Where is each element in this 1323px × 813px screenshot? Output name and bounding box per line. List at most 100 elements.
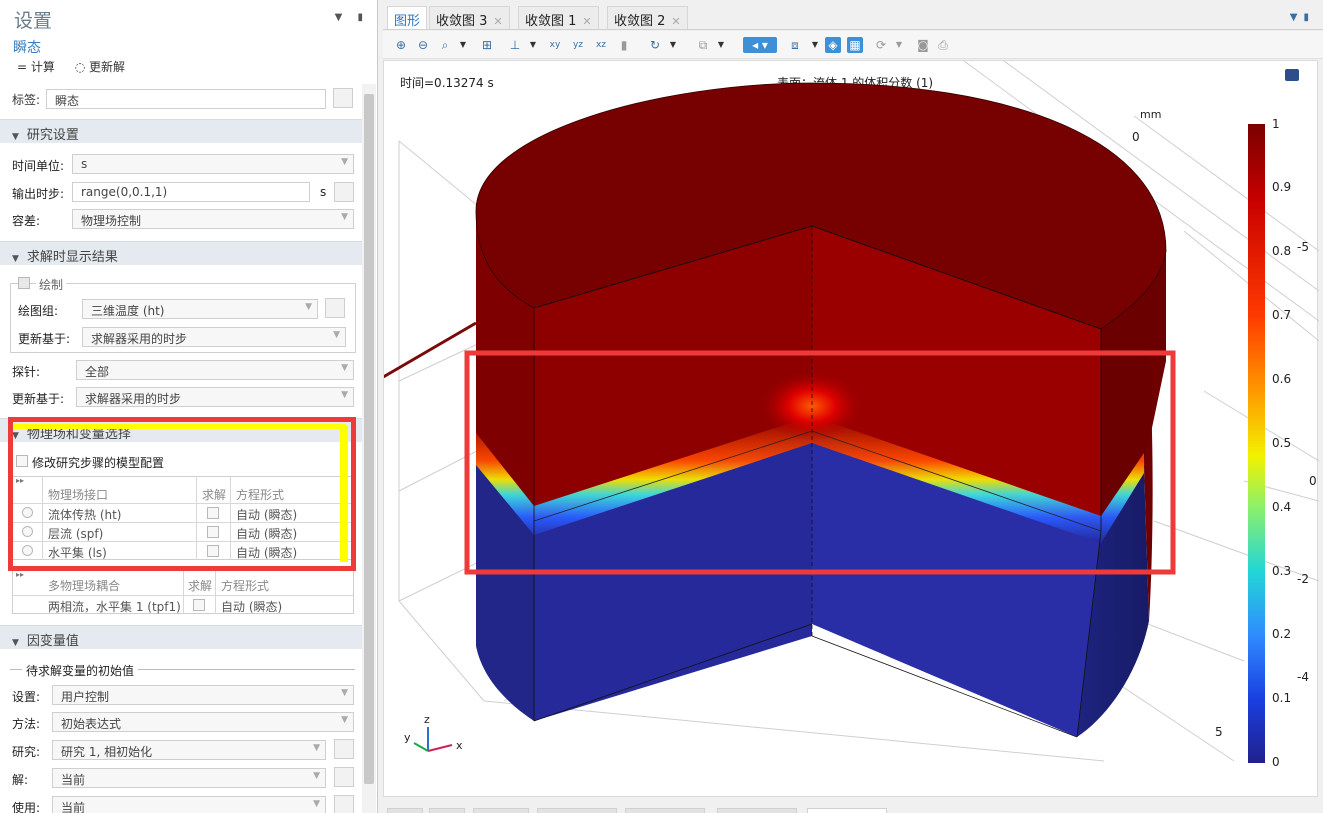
probes-update-label: 更新基于: <box>12 392 65 406</box>
grid-mode-icon[interactable]: ▦ <box>847 37 863 53</box>
settings-panel: 设置 ▼ ▮ 瞬态 = 计算 ◌ 更新解 标签: 瞬态 ▼ 研究设置 时间单位: … <box>0 0 378 813</box>
axis-tick: 5 <box>1215 725 1223 739</box>
tag-input[interactable]: 瞬态 <box>46 89 326 109</box>
rotate-icon[interactable]: ↻ <box>647 37 663 53</box>
solve-checkbox[interactable] <box>207 507 219 519</box>
tab-graphics[interactable]: 图形 <box>387 6 428 29</box>
camera-icon[interactable]: ◙ <box>915 37 931 53</box>
close-icon[interactable]: ✕ <box>671 15 680 28</box>
graphics-canvas[interactable]: 时间=0.13274 s 表面：流体 1 的体积分数 (1) mm 0 -5 0… <box>383 60 1319 798</box>
tolerance-select[interactable]: 物理场控制 ▼ <box>72 209 354 229</box>
bottom-tab[interactable] <box>807 808 887 813</box>
output-steps-unit: s <box>320 185 327 199</box>
yz-view-icon[interactable]: yz <box>570 37 586 53</box>
col-physics: 物理场接口 <box>48 488 109 502</box>
tab-convergence-1[interactable]: 收敛图 1 ✕ <box>518 6 599 29</box>
row-radio[interactable] <box>22 507 33 518</box>
physics-row-name: 水平集 (ls) <box>48 546 107 560</box>
update-solution-button[interactable]: ◌ 更新解 <box>75 60 133 74</box>
dependent-values-section[interactable]: ▼ 因变量值 <box>0 625 362 649</box>
time-unit-label: 时间单位: <box>12 159 65 173</box>
go-to-view-icon[interactable]: ▮ <box>616 37 632 53</box>
dropdown-icon[interactable]: ▼ <box>665 37 681 53</box>
zoom-out-icon[interactable]: ⊖ <box>415 37 431 53</box>
axis-tick: 0 <box>1132 130 1140 144</box>
collapse-icon: ▼ <box>12 132 19 142</box>
bottom-tab[interactable] <box>387 808 423 813</box>
plot-checkbox[interactable] <box>18 277 30 289</box>
triad-x: x <box>456 739 463 752</box>
range-button[interactable] <box>334 182 354 202</box>
zoom-extents-icon[interactable]: ⊞ <box>479 37 495 53</box>
select-mode-icon[interactable]: ◈ <box>825 37 841 53</box>
scrollbar-thumb[interactable] <box>364 94 374 784</box>
physics-row-name: 流体传热 (ht) <box>48 508 122 522</box>
method-select[interactable]: 初始表达式 ▼ <box>52 712 354 732</box>
dropdown-icon[interactable]: ▼ <box>891 37 907 53</box>
panel-menu-icon[interactable]: ▼ ▮ <box>335 12 369 23</box>
physics-selection-section[interactable]: ▼ 物理场和变量选择 <box>0 418 362 442</box>
time-unit-select[interactable]: s ▼ <box>72 154 354 174</box>
use-select[interactable]: 当前 ▼ <box>52 796 326 813</box>
zoom-in-icon[interactable]: ⊕ <box>393 37 409 53</box>
solution-select[interactable]: 当前 ▼ <box>52 768 326 788</box>
bottom-tab[interactable] <box>429 808 465 813</box>
study-select[interactable]: 研究 1, 相初始化 ▼ <box>52 740 326 760</box>
solve-checkbox[interactable] <box>193 599 205 611</box>
modify-config-checkbox[interactable] <box>16 455 28 467</box>
colorbar-tick: 0.7 <box>1272 308 1291 322</box>
plot-group-select[interactable]: 三维温度 (ht) ▼ <box>82 299 318 319</box>
solve-checkbox[interactable] <box>207 526 219 538</box>
dropdown-icon[interactable]: ▼ <box>807 37 823 53</box>
bottom-tab[interactable] <box>625 808 705 813</box>
tolerance-label: 容差: <box>12 214 41 228</box>
reset-icon[interactable]: ⟳ <box>873 37 889 53</box>
study-settings-section[interactable]: ▼ 研究设置 <box>0 119 362 143</box>
scene-light-icon[interactable]: ◂ ▾ <box>743 37 777 53</box>
bottom-tab[interactable] <box>717 808 797 813</box>
triad-z: z <box>424 713 430 726</box>
transparency-icon[interactable]: ⧈ <box>787 37 803 53</box>
tab-convergence-2[interactable]: 收敛图 2 ✕ <box>607 6 688 29</box>
output-steps-input[interactable]: range(0,0.1,1) <box>72 182 310 202</box>
bottom-tab[interactable] <box>537 808 617 813</box>
col-multiphysics: 多物理场耦合 <box>48 579 121 593</box>
results-while-solving-section[interactable]: ▼ 求解时显示结果 <box>0 241 362 265</box>
physics-row-form: 自动 (瞬态) <box>236 508 298 522</box>
tag-options-icon[interactable] <box>333 88 353 108</box>
tab-convergence-3[interactable]: 收敛图 3 ✕ <box>429 6 510 29</box>
use-goto-icon[interactable] <box>334 795 354 813</box>
copy-icon[interactable]: ⧉ <box>695 37 711 53</box>
axis-tick: 0 <box>1309 474 1317 488</box>
settings-scrollbar[interactable] <box>362 84 376 813</box>
solve-checkbox[interactable] <box>207 545 219 557</box>
3d-plot[interactable]: mm 0 -5 0 -2 -4 5 1 0.9 0.8 0.7 0.6 0.5 … <box>384 61 1319 798</box>
plot-group-add-icon[interactable] <box>325 298 345 318</box>
bottom-tab[interactable] <box>473 808 529 813</box>
multiphysics-row-name: 两相流，水平集 1 (tpf1) <box>48 600 181 614</box>
expand-icon[interactable]: ▸▸ <box>16 476 24 485</box>
dropdown-icon[interactable]: ▼ <box>455 37 471 53</box>
views-icon[interactable]: ⊥ <box>507 37 523 53</box>
print-icon[interactable]: ⎙ <box>935 37 951 53</box>
dropdown-icon[interactable]: ▼ <box>713 37 729 53</box>
close-icon[interactable]: ✕ <box>493 15 502 28</box>
study-goto-icon[interactable] <box>334 739 354 759</box>
physics-row-form: 自动 (瞬态) <box>236 546 298 560</box>
probes-update-select[interactable]: 求解器采用的时步 ▼ <box>76 387 354 407</box>
close-icon[interactable]: ✕ <box>582 15 591 28</box>
xz-view-icon[interactable]: xz <box>593 37 609 53</box>
compute-button[interactable]: = 计算 <box>17 60 63 74</box>
setting-select[interactable]: 用户控制 ▼ <box>52 685 354 705</box>
solution-goto-icon[interactable] <box>334 767 354 787</box>
row-radio[interactable] <box>22 545 33 556</box>
panel-menu-icon[interactable]: ▼▮ <box>1290 12 1315 23</box>
row-radio[interactable] <box>22 526 33 537</box>
xy-view-icon[interactable]: xy <box>547 37 563 53</box>
update-at-select[interactable]: 求解器采用的时步 ▼ <box>82 327 346 347</box>
dropdown-icon[interactable]: ▼ <box>525 37 541 53</box>
colorbar-tick: 0.3 <box>1272 564 1291 578</box>
probes-select[interactable]: 全部 ▼ <box>76 360 354 380</box>
expand-icon[interactable]: ▸▸ <box>16 570 24 579</box>
zoom-box-icon[interactable]: ⌕ <box>437 37 453 53</box>
